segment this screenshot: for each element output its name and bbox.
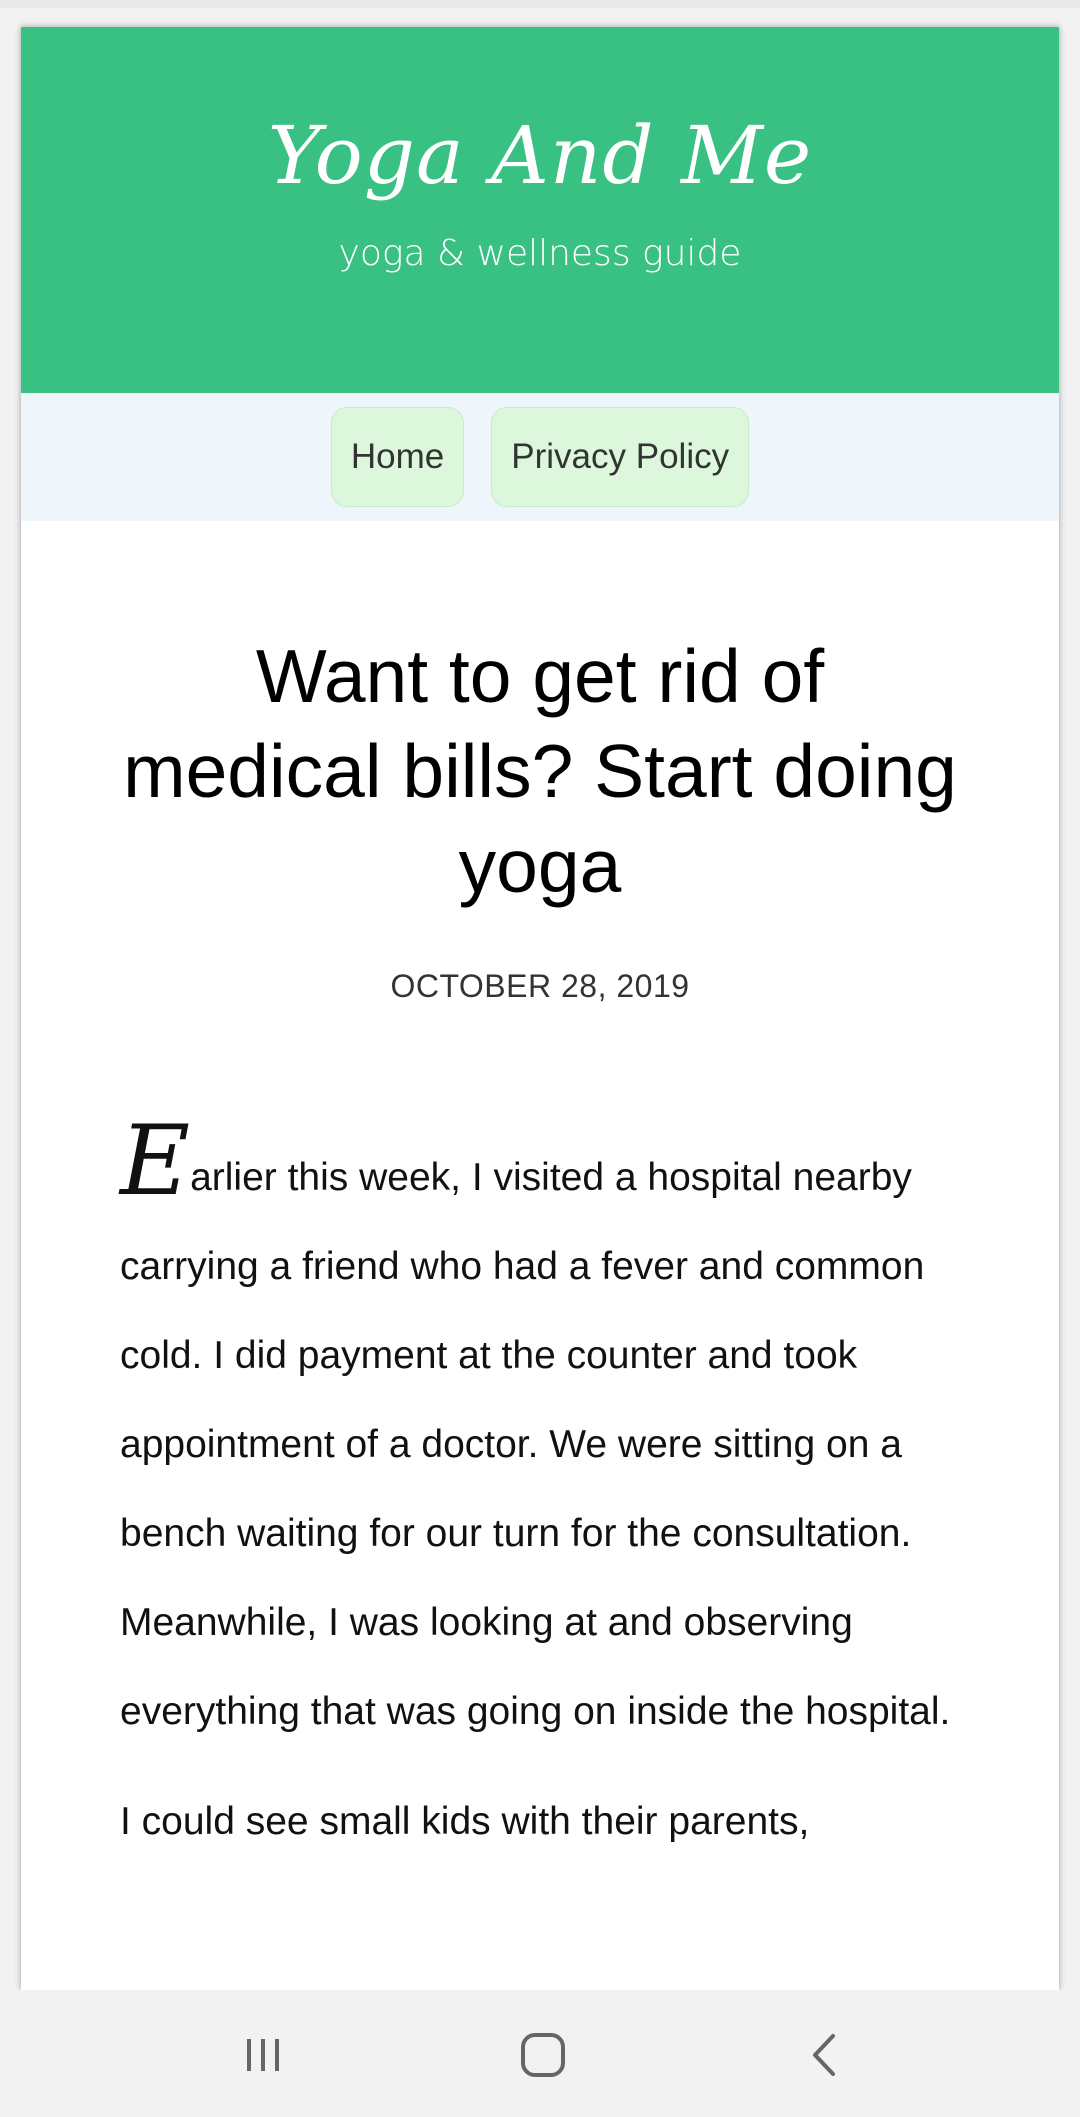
home-icon[interactable] (508, 2020, 578, 2090)
site-header: Yoga And Me yoga & wellness guide (21, 27, 1059, 393)
page-card: Yoga And Me yoga & wellness guide Home P… (21, 27, 1059, 1990)
site-tagline: yoga & wellness guide (338, 233, 742, 274)
paragraph-2: I could see small kids with their parent… (120, 1800, 810, 1843)
paragraph-1: Earlier this week, I visited a hospital … (120, 1113, 960, 1756)
paragraph-1-text: arlier this week, I visited a hospital n… (120, 1156, 951, 1733)
nav-item-home[interactable]: Home (330, 407, 465, 507)
article: Want to get rid of medical bills? Start … (21, 521, 1059, 1866)
post-body: Earlier this week, I visited a hospital … (120, 1113, 960, 1866)
main-nav: Home Privacy Policy (21, 393, 1059, 521)
back-icon[interactable] (790, 2020, 860, 2090)
nav-item-privacy-policy[interactable]: Privacy Policy (491, 407, 750, 507)
system-navigation-bar (0, 1990, 1080, 2117)
site-title[interactable]: Yoga And Me (21, 109, 1059, 202)
status-bar-strip (0, 0, 1080, 8)
post-date: OCTOBER 28, 2019 (390, 968, 690, 1004)
recents-icon[interactable] (228, 2020, 298, 2090)
post-title: Want to get rid of medical bills? Start … (123, 634, 957, 908)
dropcap: E (120, 1105, 191, 1217)
